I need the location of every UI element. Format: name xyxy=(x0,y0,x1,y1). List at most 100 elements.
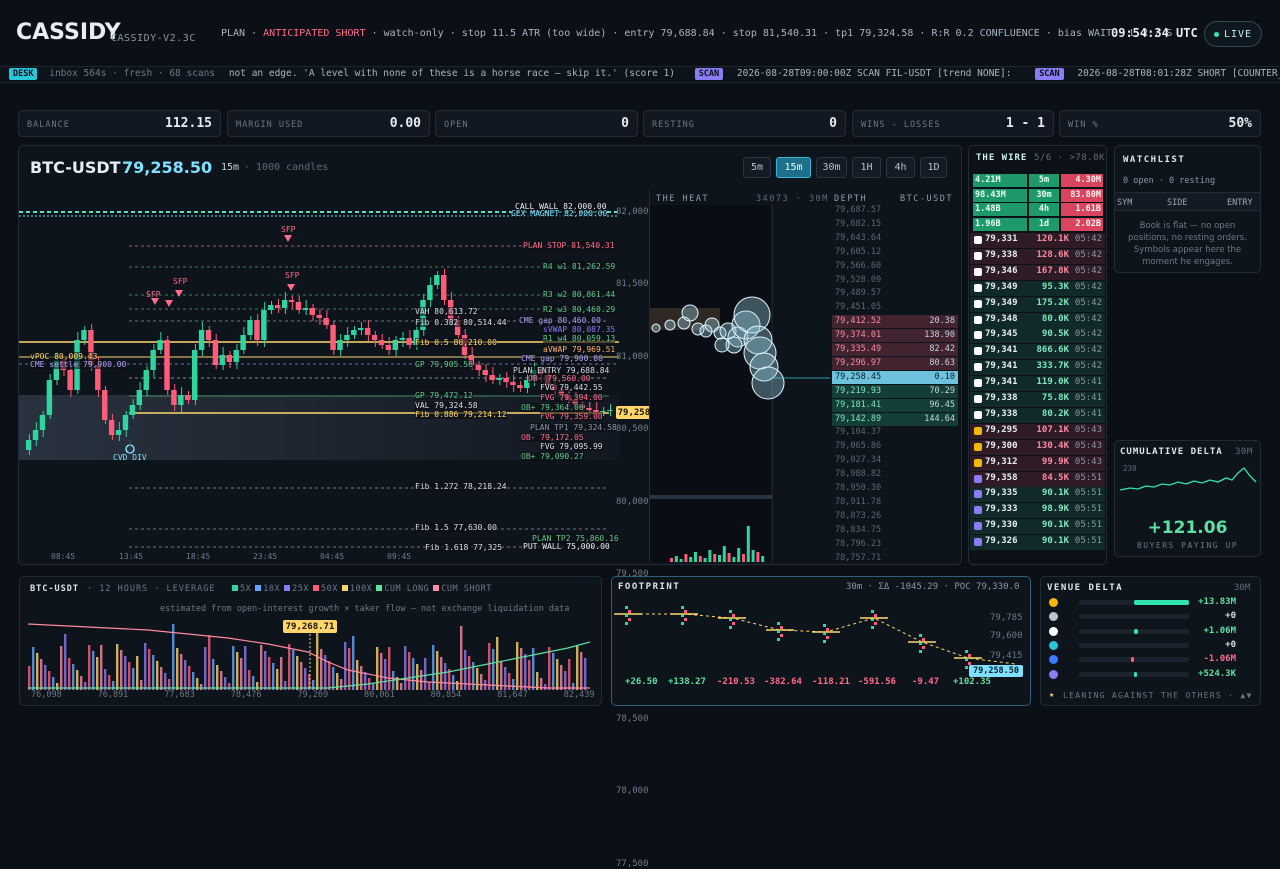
candle-body xyxy=(198,330,205,350)
timeframe-30m-button[interactable]: 30m xyxy=(816,157,847,178)
footprint-canvas xyxy=(614,606,1017,669)
depth-price: 79,258.45 xyxy=(835,371,882,382)
heat-volume-bar xyxy=(756,552,760,562)
wire-trade-time: 05:41 xyxy=(1074,377,1102,388)
wire-trade-size: 119.0K xyxy=(1036,377,1069,388)
candle-body xyxy=(441,275,447,300)
cumdelta-value: +121.06 xyxy=(1147,518,1228,538)
liq-bar xyxy=(160,667,163,690)
sfp-marker-icon xyxy=(165,300,173,307)
wire-trade-price: 79,358 xyxy=(985,472,1018,483)
venue-delta-value: +0 xyxy=(1225,639,1236,650)
depth-row: 79,335.49 82.42 xyxy=(832,343,958,356)
wire-trade-time: 05:42 xyxy=(1074,297,1102,308)
wire-trade-row: 79,330 90.1K 05:51 xyxy=(970,519,1105,535)
liq-bar xyxy=(344,642,347,690)
candle-body xyxy=(254,320,260,340)
depth-row: 79,027.34 xyxy=(832,454,958,467)
liq-bar xyxy=(504,667,507,690)
legend-label[interactable]: 10X xyxy=(263,584,280,594)
depth-price: 78,757.71 xyxy=(835,552,882,563)
legend-label[interactable]: 25X xyxy=(292,584,309,594)
sfp-label: SFP xyxy=(281,225,296,234)
live-button[interactable]: LIVE xyxy=(1204,21,1262,47)
level-label: Fib 1.5 77,630.00 xyxy=(415,523,497,532)
watchlist-col-side[interactable]: SIDE xyxy=(1167,198,1187,208)
binance-icon xyxy=(974,442,982,451)
time-axis-label: 04:45 xyxy=(320,552,345,561)
timeframe-1h-button[interactable]: 1H xyxy=(852,157,881,178)
timeframe-4h-button[interactable]: 4h xyxy=(886,157,915,178)
footprint-cell xyxy=(823,624,826,627)
stat-label: OPEN xyxy=(444,120,469,130)
wire-trade-time: 05:43 xyxy=(1074,424,1102,435)
candle-body xyxy=(39,415,46,430)
scan-tag: SCAN xyxy=(694,68,724,80)
footprint-cell xyxy=(965,658,968,661)
heat-volume-bar xyxy=(742,554,745,562)
watchlist-col-sym[interactable]: SYM xyxy=(1117,198,1132,208)
depth-row: 79,181.41 96.45 xyxy=(832,398,958,412)
liq-bar xyxy=(384,659,387,690)
depth-price: 79,027.34 xyxy=(835,455,882,466)
wire-trade-size: 90.1K xyxy=(1041,536,1069,547)
liq-bar xyxy=(332,667,335,690)
wire-trade-time: 05:43 xyxy=(1074,456,1102,467)
candle-body xyxy=(164,340,170,390)
footprint-cell xyxy=(681,622,684,625)
depth-row: 79,142.89 144.64 xyxy=(832,412,958,426)
x-exchange-icon xyxy=(974,283,982,292)
candle-body xyxy=(143,370,149,390)
legend-swatch-icon xyxy=(341,585,348,591)
candle-body xyxy=(358,328,364,330)
stat-wins-losses: WINS - LOSSES 1 - 1 xyxy=(852,110,1054,137)
chart-symbol: BTC-USDT xyxy=(30,158,121,177)
liq-bar xyxy=(360,666,363,690)
timeframe-1d-button[interactable]: 1D xyxy=(920,157,947,178)
legend-label[interactable]: 50X xyxy=(321,584,338,594)
legend-label[interactable]: 100X xyxy=(350,584,372,594)
timeframe-5m-button[interactable]: 5m xyxy=(743,157,771,178)
liq-bar xyxy=(340,679,343,690)
footprint-cell xyxy=(780,626,783,629)
wire-trade-time: 05:42 xyxy=(1074,234,1102,244)
hyperliquid-icon xyxy=(1049,669,1058,679)
heat-volume-bar xyxy=(718,555,721,562)
x-exchange-icon xyxy=(974,236,982,244)
liq-bar xyxy=(176,648,179,690)
desk-tag: DESK xyxy=(9,68,38,80)
watchlist-empty-message: Book is flat — no open positions, no res… xyxy=(1128,221,1247,267)
wire-trade-row: 79,349 175.2K 05:42 xyxy=(970,296,1105,312)
depth-size: 138.90 xyxy=(924,330,955,341)
wire-trade-time: 05:51 xyxy=(1074,520,1102,531)
candle-body xyxy=(406,338,412,345)
wire-trade-row: 79,338 128.6K 05:42 xyxy=(970,248,1105,264)
utc-clock: 09:54:34 UTC xyxy=(1111,26,1198,40)
wire-tf: 4h xyxy=(1029,203,1059,216)
footprint-delta: -118.21 xyxy=(812,677,850,687)
liq-bar xyxy=(116,644,119,690)
legend-label[interactable]: CUM SHORT xyxy=(441,584,492,594)
candle-body xyxy=(288,300,295,302)
liq-bar xyxy=(412,658,415,690)
liq-bar xyxy=(96,657,99,690)
candle-body xyxy=(67,370,73,390)
liq-bar xyxy=(260,645,263,690)
legend-label[interactable]: 5X xyxy=(240,584,251,594)
wire-trade-size: 107.1K xyxy=(1036,424,1069,435)
liq-bar xyxy=(388,647,391,690)
wire-trade-time: 05:42 xyxy=(1074,361,1102,372)
legend-label[interactable]: CUM LONG xyxy=(384,584,429,594)
liq-bar xyxy=(188,666,191,690)
liq-bar xyxy=(32,647,35,690)
wire-sell-volume: 4.30M xyxy=(1061,174,1103,187)
level-label: OB- 79,172.05 xyxy=(521,433,584,442)
level-label: PLAN STOP 81,540.31 xyxy=(523,241,615,250)
watchlist-col-entry[interactable]: ENTRY xyxy=(1227,198,1253,208)
level-label: Fib 1.272 78,218.24 xyxy=(415,482,507,491)
footprint-price-tag: 79,258.50 xyxy=(969,665,1023,677)
footprint-cell xyxy=(777,638,780,641)
timeframe-15m-button[interactable]: 15m xyxy=(776,157,811,178)
wire-trade-row: 79,346 167.8K 05:42 xyxy=(970,264,1105,280)
stat-balance: BALANCE 112.15 xyxy=(18,110,221,137)
